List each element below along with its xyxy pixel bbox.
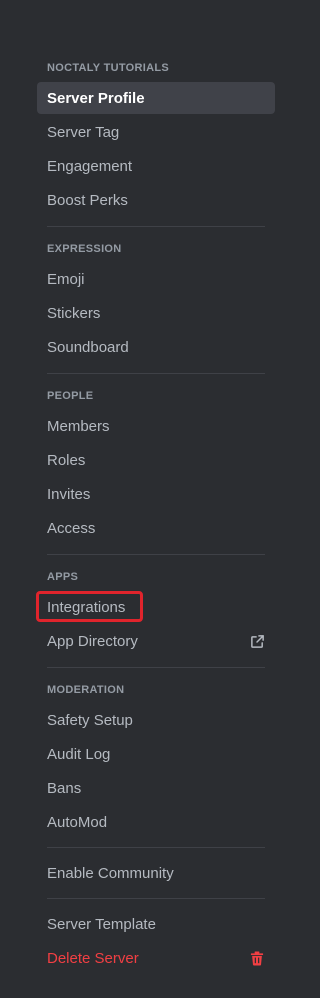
sidebar-item-engagement[interactable]: Engagement [37, 150, 275, 182]
sidebar-item-label: Boost Perks [47, 191, 128, 209]
settings-sidebar: NOCTALY TUTORIALS Server Profile Server … [0, 0, 298, 998]
sidebar-item-delete-server[interactable]: Delete Server [37, 942, 275, 974]
sidebar-item-integrations[interactable]: Integrations [37, 591, 275, 623]
sidebar-item-label: Server Tag [47, 123, 120, 141]
section-heading-people: PEOPLE [47, 390, 94, 402]
sidebar-item-label: Safety Setup [47, 711, 133, 729]
sidebar-item-label: Soundboard [47, 338, 129, 356]
sidebar-item-label: Server Profile [47, 89, 145, 107]
sidebar-item-label: Server Template [47, 915, 156, 933]
sidebar-item-invites[interactable]: Invites [37, 478, 275, 510]
sidebar-item-access[interactable]: Access [37, 512, 275, 544]
sidebar-item-label: Members [47, 417, 110, 435]
sidebar-item-label: Delete Server [47, 949, 139, 967]
sidebar-item-label: AutoMod [47, 813, 108, 831]
sidebar-item-members[interactable]: Members [37, 410, 275, 442]
external-link-icon [249, 633, 265, 649]
section-divider [47, 373, 265, 374]
sidebar-item-emoji[interactable]: Emoji [37, 263, 275, 295]
sidebar-item-server-tag[interactable]: Server Tag [37, 116, 275, 148]
section-heading-server: NOCTALY TUTORIALS [47, 62, 170, 74]
sidebar-item-label: Invites [47, 485, 91, 503]
section-divider [47, 847, 265, 848]
sidebar-item-label: App Directory [47, 632, 138, 650]
sidebar-item-enable-community[interactable]: Enable Community [37, 857, 275, 889]
section-heading-expression: EXPRESSION [47, 243, 122, 255]
sidebar-item-label: Roles [47, 451, 86, 469]
sidebar-item-label: Integrations [47, 598, 126, 616]
section-divider [47, 667, 265, 668]
sidebar-item-soundboard[interactable]: Soundboard [37, 331, 275, 363]
section-divider [47, 226, 265, 227]
sidebar-item-label: Access [47, 519, 96, 537]
section-divider [47, 898, 265, 899]
section-heading-moderation: MODERATION [47, 684, 125, 696]
sidebar-item-label: Stickers [47, 304, 101, 322]
sidebar-item-roles[interactable]: Roles [37, 444, 275, 476]
sidebar-item-label: Engagement [47, 157, 133, 175]
sidebar-item-automod[interactable]: AutoMod [37, 806, 275, 838]
sidebar-item-label: Bans [47, 779, 82, 797]
sidebar-item-boost-perks[interactable]: Boost Perks [37, 184, 275, 216]
sidebar-item-bans[interactable]: Bans [37, 772, 275, 804]
sidebar-item-label: Emoji [47, 270, 85, 288]
sidebar-item-server-profile[interactable]: Server Profile [37, 82, 275, 114]
section-heading-apps: APPS [47, 571, 79, 583]
sidebar-item-audit-log[interactable]: Audit Log [37, 738, 275, 770]
trash-icon [249, 950, 265, 966]
sidebar-item-stickers[interactable]: Stickers [37, 297, 275, 329]
sidebar-item-app-directory[interactable]: App Directory [37, 625, 275, 657]
section-divider [47, 554, 265, 555]
sidebar-item-label: Enable Community [47, 864, 174, 882]
sidebar-item-safety-setup[interactable]: Safety Setup [37, 704, 275, 736]
sidebar-item-label: Audit Log [47, 745, 111, 763]
sidebar-item-server-template[interactable]: Server Template [37, 908, 275, 940]
